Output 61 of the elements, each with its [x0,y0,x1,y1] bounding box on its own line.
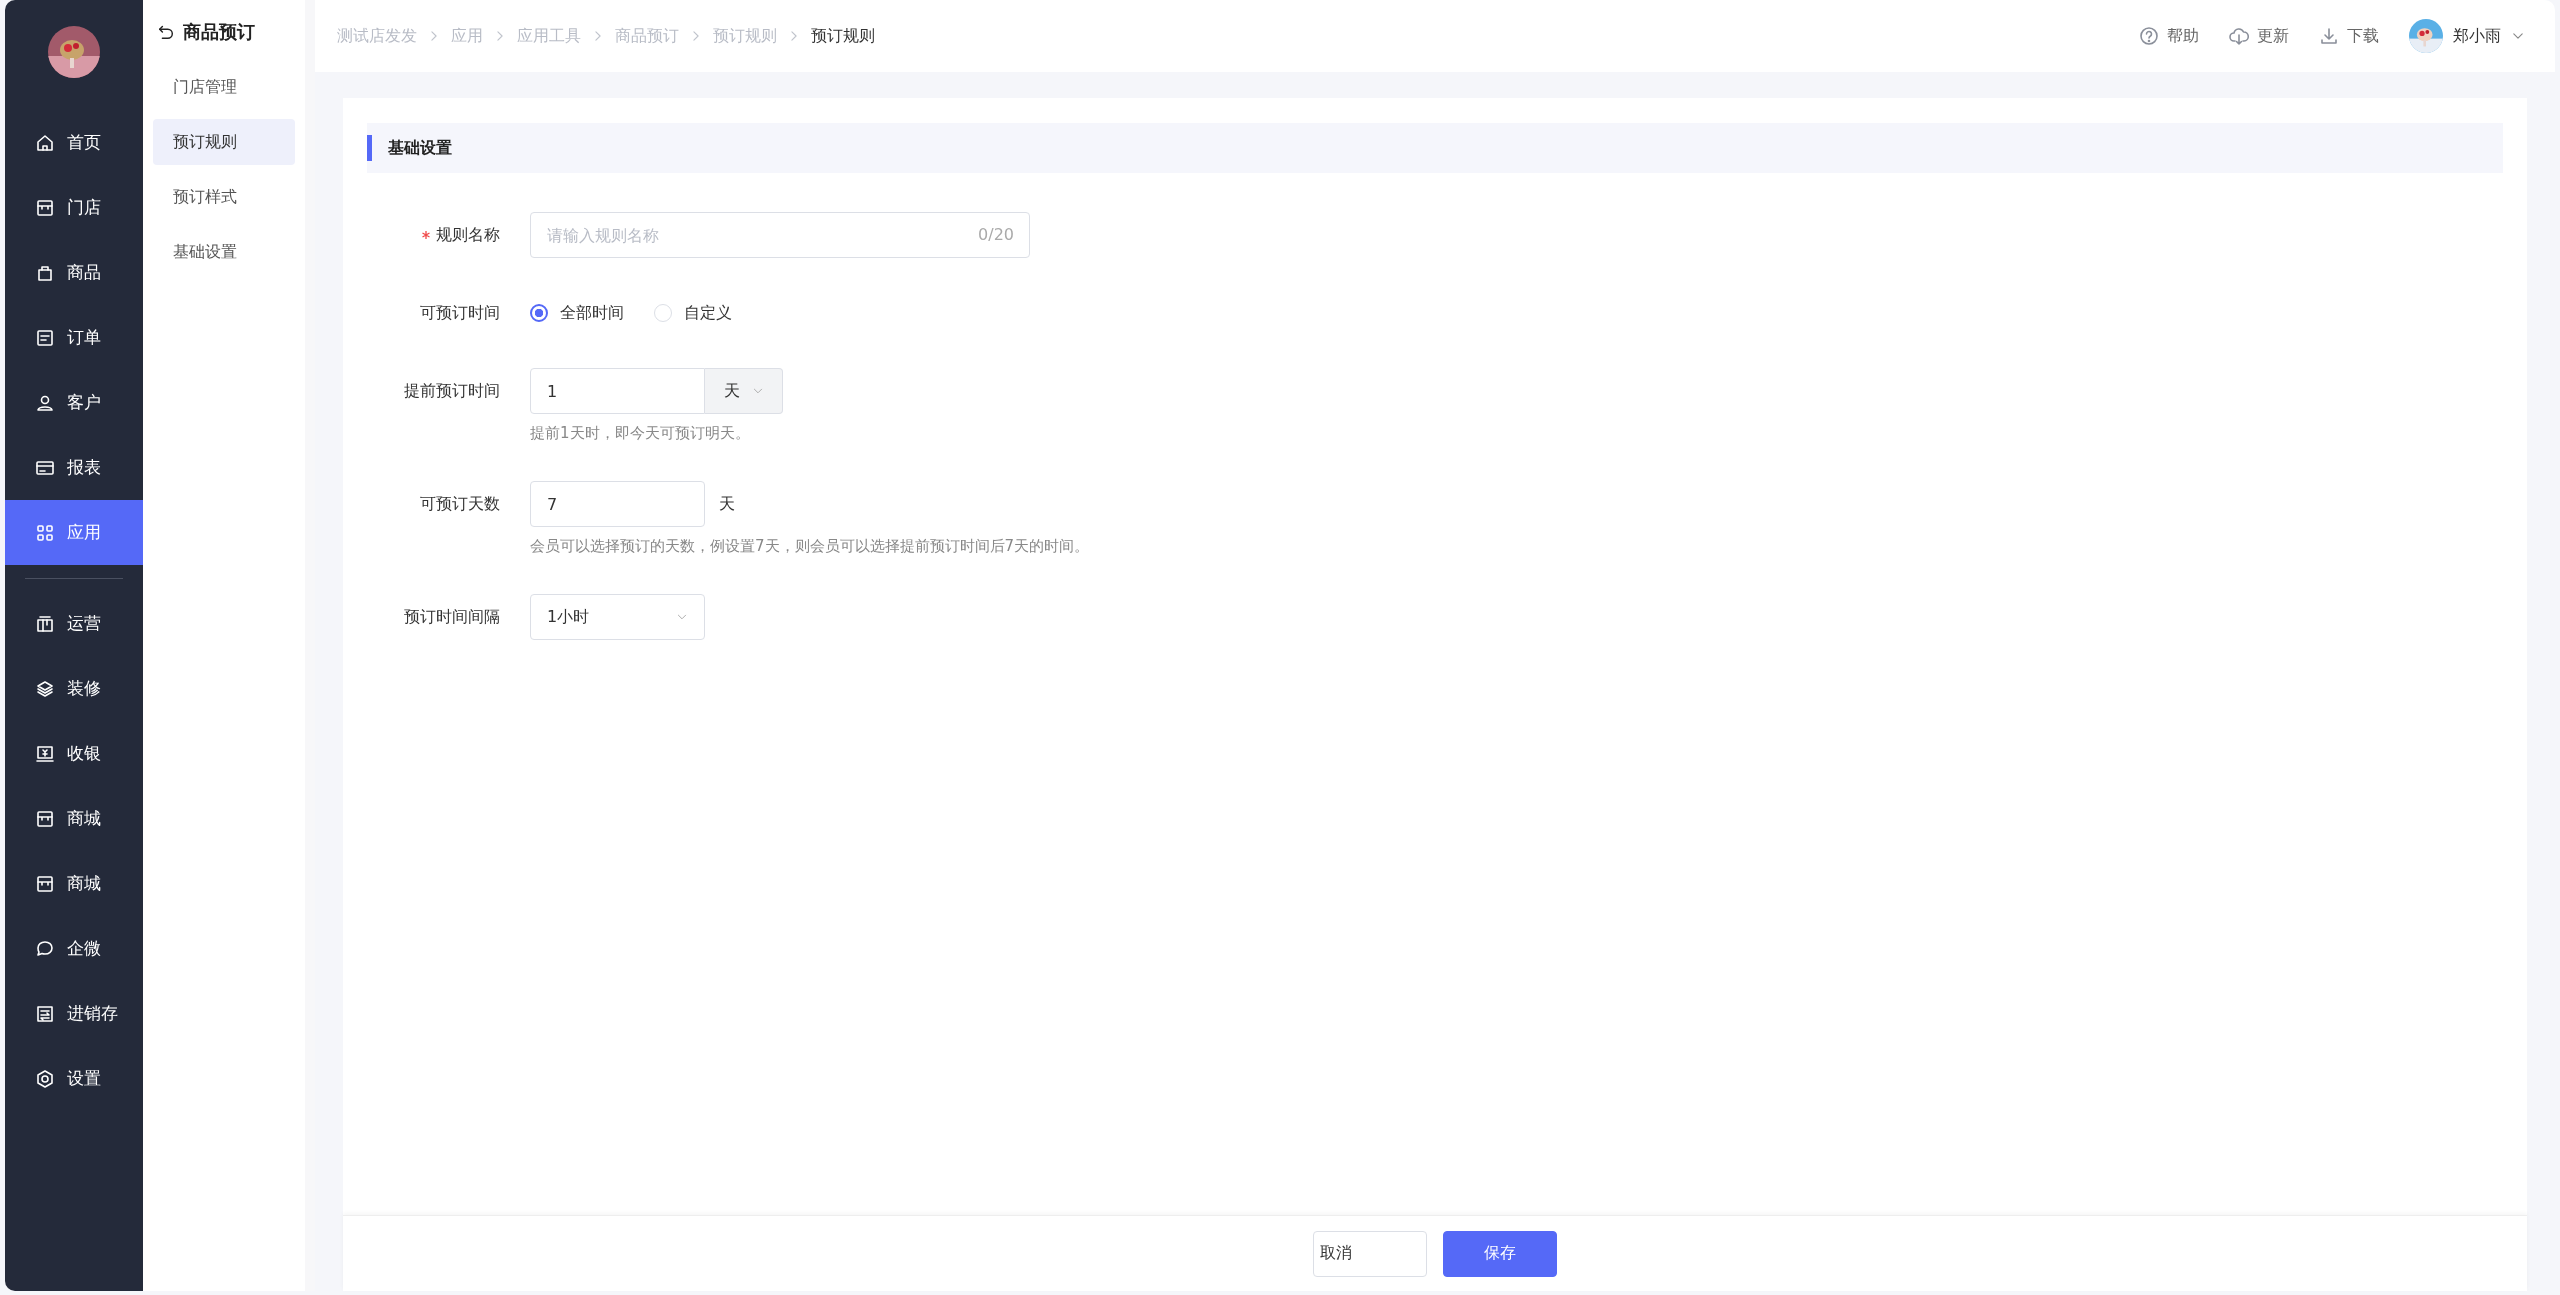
document-icon [35,327,55,348]
nav-item[interactable]: 客户 [5,370,143,435]
help-icon [2139,26,2159,46]
nav-item[interactable]: 应用 [5,500,143,565]
store-icon [35,808,55,829]
header-link[interactable]: 帮助 [2139,25,2199,47]
gift-icon [35,613,55,634]
radio-label[interactable]: 自定义 [684,302,732,324]
character-counter: 0/20 [978,225,1014,244]
menu-item[interactable]: 预订样式 [153,174,295,220]
nav-item[interactable]: 报表 [5,435,143,500]
nav-item[interactable]: 订单 [5,305,143,370]
radio-label[interactable]: 全部时间 [560,302,624,324]
section-title: 基础设置 [388,137,452,159]
user-menu[interactable]: 郑小雨 [2409,19,2525,53]
nav-item[interactable]: 商品 [5,240,143,305]
store-icon [35,197,55,218]
header-link[interactable]: 下载 [2319,25,2379,47]
cancel-button[interactable]: 取消 [1313,1230,1427,1277]
field-label: 预订时间间隔 [404,606,500,628]
number-field[interactable]: 1 [530,368,705,414]
unit-label: 天 [719,493,735,515]
nav-item[interactable]: 首页 [5,110,143,175]
helper-text: 提前1天时，即今天可预订明天。 [530,424,751,443]
nav-item[interactable]: 门店 [5,175,143,240]
breadcrumb-item: 预订规则 [811,25,875,47]
nav-item[interactable]: 商城 [5,851,143,916]
nav-item[interactable]: 装修 [5,656,143,721]
nav-item[interactable]: 商城 [5,786,143,851]
layers-icon [35,678,55,699]
cloud-download-icon [2229,26,2249,46]
settings-icon [35,1068,55,1089]
field-label: 可预订时间 [420,302,500,324]
field-label: 提前预订时间 [404,380,500,402]
nav-item[interactable]: 设置 [5,1046,143,1111]
menu-item[interactable]: 门店管理 [153,64,295,110]
nav-item[interactable]: 收银 [5,721,143,786]
menu-item[interactable]: 基础设置 [153,229,295,275]
back-icon [157,23,175,41]
header-link[interactable]: 更新 [2229,25,2289,47]
save-button[interactable]: 保存 [1443,1230,1557,1277]
home-icon [35,132,55,153]
nav-item[interactable]: 企微 [5,916,143,981]
interval-select[interactable]: 1小时 [530,594,705,640]
helper-text: 会员可以选择预订的天数，例设置7天，则会员可以选择提前预订时间后7天的时间。 [530,537,1090,556]
nav-item[interactable]: 运营 [5,591,143,656]
download-icon [2319,26,2339,46]
unit-select[interactable]: 天 [705,368,783,414]
chat-icon [35,938,55,959]
number-field[interactable]: 7 [530,481,705,527]
grid-icon [35,522,55,543]
inventory-icon [35,1003,55,1024]
field-label: 可预订天数 [420,493,500,515]
menu-item[interactable]: 预订规则 [153,119,295,165]
nav-item[interactable]: 进销存 [5,981,143,1046]
radio-button[interactable] [530,304,548,322]
page-title: 商品预订 [183,20,255,44]
cashier-icon [35,743,55,764]
field-label: 规则名称 [436,224,500,246]
store-icon [35,873,55,894]
accent-bar [367,135,372,161]
